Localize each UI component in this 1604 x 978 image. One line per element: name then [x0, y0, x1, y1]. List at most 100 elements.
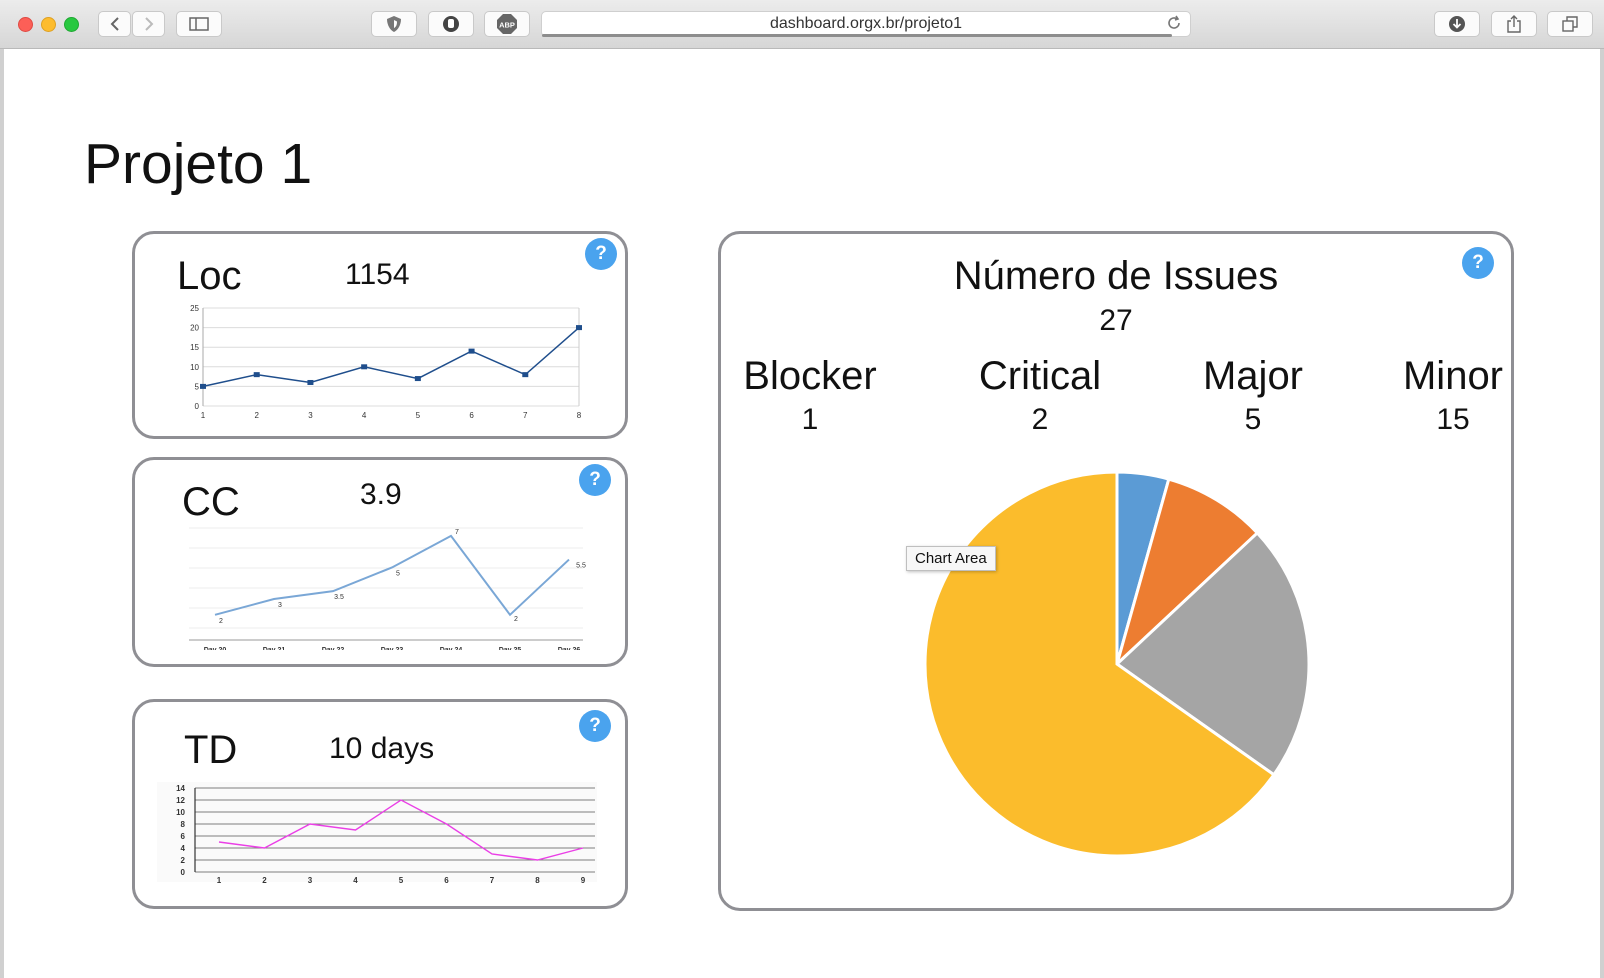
- page-title: Projeto 1: [84, 132, 313, 196]
- category-count: 2: [1031, 403, 1049, 436]
- download-icon: [1449, 16, 1465, 32]
- category-name: Major: [1202, 354, 1304, 398]
- y-tick-label: 14: [176, 784, 185, 793]
- data-label: 2: [219, 618, 223, 625]
- forward-button[interactable]: [132, 11, 165, 37]
- cc-value: 3.9: [360, 478, 402, 511]
- zoom-window-button[interactable]: [64, 17, 79, 32]
- category-count: 15: [1436, 403, 1470, 436]
- x-tick-label: 3: [308, 876, 313, 884]
- data-label: 5.5: [576, 563, 586, 570]
- browser-toolbar: ABP dashboard.orgx.br/projeto1: [0, 0, 1604, 49]
- page-load-progress: [542, 34, 1172, 37]
- x-tick-label: 4: [353, 876, 358, 884]
- show-tabs-button[interactable]: [1547, 11, 1593, 37]
- data-point: [414, 376, 421, 382]
- y-tick-label: 8: [181, 820, 186, 829]
- data-label: 2: [514, 616, 518, 623]
- y-tick-label: 25: [190, 304, 199, 313]
- y-tick-label: 10: [190, 363, 199, 372]
- issues-title: Número de Issues: [953, 254, 1279, 298]
- category-count: 1: [801, 403, 819, 436]
- sidebar-icon: [189, 17, 209, 31]
- x-tick-label: 5: [416, 411, 421, 420]
- x-tick-label: Day 25: [499, 647, 522, 650]
- data-point: [576, 325, 582, 331]
- x-tick-label: Day 22: [322, 647, 345, 650]
- browser-window: ABP dashboard.orgx.br/projeto1 Projeto 1…: [0, 0, 1604, 978]
- data-label: 3: [278, 602, 282, 609]
- minimize-window-button[interactable]: [41, 17, 56, 32]
- adblock-icon: ABP: [497, 14, 517, 34]
- tabs-icon: [1562, 16, 1578, 32]
- loc-card: Loc 1154 ? 0 5 10 15 20 25 1 2 3 4 5 6 7 8: [132, 231, 628, 439]
- x-tick-label: 3: [308, 411, 313, 420]
- back-icon: [110, 17, 119, 31]
- x-tick-label: 4: [362, 411, 367, 420]
- loc-help-button[interactable]: ?: [585, 238, 617, 270]
- issues-total: 27: [1099, 304, 1133, 337]
- cc-help-button[interactable]: ?: [579, 464, 611, 496]
- loc-value: 1154: [345, 258, 410, 291]
- x-tick-label: Day 21: [263, 647, 286, 650]
- x-tick-label: 7: [490, 876, 495, 884]
- x-tick-label: 1: [217, 876, 222, 884]
- help-icon: ?: [589, 715, 601, 736]
- td-label: TD: [184, 728, 238, 772]
- chart-area-tooltip: Chart Area: [906, 546, 996, 571]
- hand-icon: [443, 16, 459, 32]
- x-tick-label: 6: [444, 876, 449, 884]
- help-icon: ?: [595, 243, 607, 264]
- data-point: [361, 364, 368, 370]
- loc-series-line: [202, 327, 580, 388]
- reload-button[interactable]: [1166, 15, 1182, 36]
- data-label: 5: [396, 570, 400, 577]
- privacy-extension-button[interactable]: [371, 11, 417, 37]
- x-tick-label: Day 23: [381, 647, 404, 650]
- downloads-button[interactable]: [1434, 11, 1480, 37]
- td-chart: 024681012141 2 3 4 5 6 7 8 9: [157, 782, 597, 884]
- data-label: 3.5: [334, 594, 344, 601]
- cc-card: CC 3.9 ? Day 20Day 21Day 22Day 23Day 24D…: [132, 457, 628, 667]
- back-button[interactable]: [98, 11, 131, 37]
- data-point: [253, 372, 260, 378]
- y-tick-label: 0: [181, 868, 186, 877]
- data-point: [468, 348, 475, 354]
- issues-pie-chart[interactable]: [917, 464, 1317, 864]
- y-tick-label: 4: [181, 844, 186, 853]
- share-button[interactable]: [1491, 11, 1537, 37]
- td-help-button[interactable]: ?: [579, 710, 611, 742]
- x-tick-label: 1: [201, 411, 206, 420]
- x-tick-label: 9: [581, 876, 586, 884]
- close-window-button[interactable]: [18, 17, 33, 32]
- y-tick-label: 5: [195, 382, 200, 391]
- x-tick-label: 8: [577, 411, 582, 420]
- help-icon: ?: [589, 469, 601, 490]
- loc-chart: 0 5 10 15 20 25 1 2 3 4 5 6 7 8: [190, 304, 582, 420]
- y-tick-label: 6: [181, 832, 186, 841]
- adblock-extension-button[interactable]: ABP: [484, 11, 530, 37]
- td-value: 10 days: [329, 732, 435, 765]
- category-major: Major 5: [1173, 354, 1333, 437]
- url-text: dashboard.orgx.br/projeto1: [769, 15, 963, 32]
- y-tick-label: 12: [176, 796, 185, 805]
- x-tick-label: 7: [523, 411, 528, 420]
- x-tick-label: 2: [254, 411, 259, 420]
- adblock-label: ABP: [499, 21, 515, 30]
- data-point: [200, 383, 206, 389]
- cc-chart: Day 20 Day 21 Day 22 Day 23 Day 24 Day 25 Day …: [189, 527, 586, 650]
- category-name: Minor: [1402, 354, 1504, 398]
- y-tick-label: 20: [190, 324, 199, 333]
- category-name: Blocker: [743, 354, 877, 398]
- x-tick-label: Day 26: [558, 647, 581, 650]
- chart-background: [157, 782, 597, 882]
- category-critical: Critical 2: [960, 354, 1120, 437]
- address-bar[interactable]: dashboard.orgx.br/projeto1: [541, 11, 1191, 37]
- data-point: [307, 379, 314, 385]
- forward-icon: [144, 17, 153, 31]
- issues-card: ? Número de Issues 27 Blocker 1 Critical…: [718, 231, 1514, 911]
- x-tick-label: 6: [469, 411, 474, 420]
- hand-extension-button[interactable]: [428, 11, 474, 37]
- sidebar-button[interactable]: [176, 11, 222, 37]
- td-card: TD 10 days ? 0 2 4 6 8 10 12 14 1 2 3 4 5 6 7 8 9: [132, 699, 628, 909]
